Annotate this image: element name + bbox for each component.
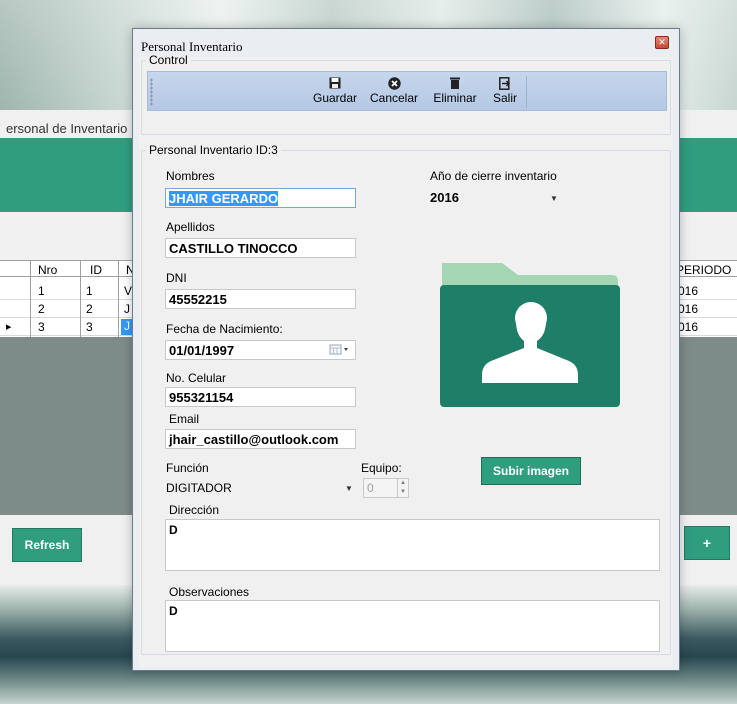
delete-button[interactable]: Eliminar (426, 75, 484, 105)
cell-n: J (124, 302, 130, 316)
equipo-value: 0 (367, 481, 374, 495)
anio-cierre-select[interactable]: 2016 (430, 190, 459, 205)
personal-inventario-dialog: Personal Inventario ✕ Control Guardar Ca… (132, 28, 680, 671)
save-label: Guardar (312, 91, 358, 105)
equipo-stepper[interactable]: 0 ▲ ▼ (363, 478, 409, 498)
exit-door-icon (499, 75, 511, 91)
close-icon[interactable]: ✕ (655, 36, 669, 49)
funcion-label: Función (166, 461, 209, 475)
fecha-nacimiento-label: Fecha de Nacimiento: (166, 322, 283, 336)
dialog-body: Control Guardar Cancelar Eliminar Salir … (139, 53, 673, 667)
anio-cierre-label: Año de cierre inventario (430, 169, 557, 183)
anio-dropdown-icon[interactable]: ▼ (550, 194, 558, 203)
grid-col-periodo[interactable]: PERIODO (676, 263, 731, 277)
dni-label: DNI (166, 271, 187, 285)
cell-periodo: 016 (678, 284, 699, 298)
cell-n: V (124, 284, 133, 298)
add-button[interactable]: + (684, 526, 730, 560)
observaciones-textarea[interactable]: D (165, 600, 660, 652)
dni-field[interactable]: 45552215 (165, 289, 356, 309)
floppy-disk-icon (329, 75, 341, 91)
exit-button[interactable]: Salir (488, 75, 522, 105)
apellidos-field[interactable]: CASTILLO TINOCCO (165, 238, 356, 258)
grid-divider (118, 260, 119, 337)
cell-nro: 1 (38, 284, 45, 298)
subir-imagen-button[interactable]: Subir imagen (481, 457, 581, 485)
toolbar-separator (526, 76, 527, 108)
direccion-textarea[interactable]: D (165, 519, 660, 571)
calendar-icon[interactable] (329, 343, 353, 357)
cell-periodo: 016 (678, 302, 699, 316)
cell-periodo: 016 (678, 320, 699, 334)
funcion-select[interactable]: DIGITADOR (166, 481, 232, 495)
main-window-title: ersonal de Inventario (6, 121, 128, 136)
email-field[interactable]: jhair_castillo@outlook.com (165, 429, 356, 449)
funcion-dropdown-icon[interactable]: ▼ (345, 484, 353, 493)
cell-id: 1 (86, 284, 93, 298)
personal-group-label: Personal Inventario ID:3 (149, 143, 278, 157)
nombres-label: Nombres (166, 169, 215, 183)
stepper-up-icon[interactable]: ▲ (397, 479, 408, 488)
control-group-label: Control (149, 53, 188, 67)
apellidos-label: Apellidos (166, 220, 215, 234)
save-button[interactable]: Guardar (308, 75, 362, 105)
refresh-button[interactable]: Refresh (12, 528, 82, 562)
folder-user-icon (436, 261, 622, 407)
cell-n-selected: J (121, 319, 132, 335)
toolbar: Guardar Cancelar Eliminar Salir (147, 71, 667, 111)
cell-id: 3 (86, 320, 93, 334)
equipo-label: Equipo: (361, 461, 402, 475)
grid-divider (80, 260, 81, 337)
cancel-label: Cancelar (369, 91, 419, 105)
celular-label: No. Celular (166, 371, 227, 385)
fecha-nacimiento-value: 01/01/1997 (169, 343, 235, 358)
stepper-down-icon[interactable]: ▼ (397, 488, 408, 497)
observaciones-label: Observaciones (169, 585, 250, 599)
celular-field[interactable]: 955321154 (165, 387, 356, 407)
grid-divider (30, 260, 31, 337)
delete-label: Eliminar (433, 91, 477, 105)
exit-label: Salir (492, 91, 517, 105)
grid-col-nro[interactable]: Nro (38, 263, 57, 277)
fecha-nacimiento-picker[interactable]: 01/01/1997 (165, 340, 356, 360)
cell-nro: 2 (38, 302, 45, 316)
cell-nro: 3 (38, 320, 45, 334)
cell-id: 2 (86, 302, 93, 316)
row-indicator-icon: ▶ (6, 324, 12, 331)
cancel-x-icon (387, 75, 401, 91)
email-label: Email (169, 412, 200, 426)
cancel-button[interactable]: Cancelar (366, 75, 422, 105)
nombres-value: JHAIR GERARDO (169, 191, 279, 206)
grid-col-id[interactable]: ID (90, 263, 102, 277)
direccion-label: Dirección (169, 503, 220, 517)
nombres-field[interactable]: JHAIR GERARDO (165, 188, 356, 208)
trash-icon (450, 75, 460, 91)
toolbar-grip[interactable] (150, 78, 153, 106)
